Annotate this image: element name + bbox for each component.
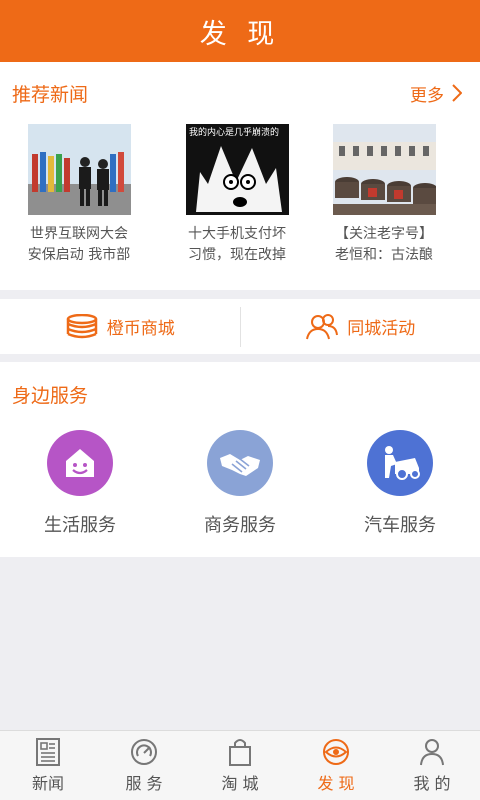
coin-mall-link[interactable]: 橙币商城	[0, 299, 240, 354]
local-events-label: 同城活动	[347, 319, 416, 339]
news-thumbnail: 我的内心是几乎崩溃的	[185, 124, 289, 215]
tab-news-label: 新闻	[31, 774, 64, 793]
handshake-icon	[207, 430, 273, 496]
tab-news[interactable]: 新闻	[0, 731, 96, 800]
app-header: 发 现	[0, 0, 480, 62]
news-caption: 世界互联网大会 安保启动 我市部	[27, 226, 131, 263]
eye-icon	[323, 739, 349, 765]
house-smile-icon	[47, 430, 113, 496]
more-news-button[interactable]: 更多	[410, 81, 462, 106]
svg-text:我的内心是几乎崩溃的: 我的内心是几乎崩溃的	[189, 126, 279, 138]
life-service-button[interactable]: 生活服务	[0, 430, 160, 537]
coin-mall-label: 橙币商城	[106, 319, 175, 339]
services-section-title: 身边服务	[12, 385, 89, 407]
business-service-label: 商务服务	[204, 515, 276, 536]
business-service-button[interactable]: 商务服务	[160, 430, 320, 537]
page-title: 发 现	[199, 18, 281, 50]
quick-links-bar: 橙币商城 同城活动	[0, 299, 480, 354]
life-service-label: 生活服务	[44, 515, 116, 536]
more-label: 更多	[410, 85, 444, 106]
news-section-title: 推荐新闻	[12, 83, 89, 106]
service-gauge-icon	[131, 739, 157, 765]
tab-me-label: 我 的	[413, 774, 451, 793]
news-thumbnail	[332, 124, 436, 215]
news-caption: 【关注老字号】 老恒和：古法酿	[335, 226, 433, 263]
news-item[interactable]: 世界互联网大会 安保启动 我市部	[14, 124, 144, 266]
coins-icon	[66, 313, 97, 338]
person-icon	[420, 739, 444, 766]
tab-services[interactable]: 服 务	[96, 731, 192, 800]
tab-discover[interactable]: 发 现	[288, 731, 384, 800]
car-service-button[interactable]: 汽车服务	[320, 430, 480, 537]
services-section: 身边服务 生活服务 商务服务 汽车服务	[0, 362, 480, 557]
tab-shop[interactable]: 淘 城	[192, 731, 288, 800]
people-icon	[306, 313, 339, 339]
tab-discover-label: 发 现	[317, 774, 355, 793]
news-section: 推荐新闻 更多 世界互联网大会 安保启动 我市部 我的内心是几乎崩溃的 十大手机…	[0, 62, 480, 290]
newspaper-icon	[36, 738, 60, 766]
tab-me[interactable]: 我 的	[384, 731, 480, 800]
tab-shop-label: 淘 城	[221, 774, 259, 793]
local-events-link[interactable]: 同城活动	[241, 299, 480, 354]
news-item[interactable]: 我的内心是几乎崩溃的 十大手机支付坏 习惯，现在改掉	[172, 124, 302, 266]
car-service-label: 汽车服务	[364, 515, 436, 536]
chevron-right-icon	[452, 84, 462, 102]
news-thumbnail	[27, 124, 131, 215]
tab-services-label: 服 务	[125, 774, 163, 793]
bottom-tab-bar: 新闻 服 务 淘 城 发 现 我 的	[0, 730, 480, 800]
shopping-bag-icon	[229, 739, 251, 766]
news-caption: 十大手机支付坏 习惯，现在改掉	[188, 226, 286, 263]
car-repair-icon	[367, 430, 433, 496]
news-item[interactable]: 【关注老字号】 老恒和：古法酿	[319, 124, 449, 266]
